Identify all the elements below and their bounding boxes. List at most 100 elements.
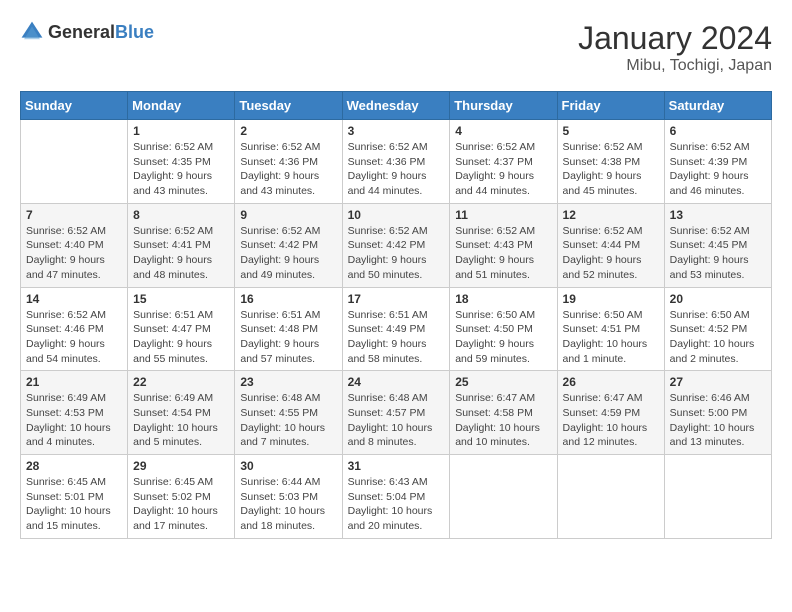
day-number: 30: [240, 459, 336, 473]
day-info: Sunrise: 6:52 AMSunset: 4:36 PMDaylight:…: [348, 140, 445, 199]
day-number: 2: [240, 124, 336, 138]
calendar-cell: 16 Sunrise: 6:51 AMSunset: 4:48 PMDayligh…: [235, 287, 342, 371]
day-number: 18: [455, 292, 551, 306]
day-info: Sunrise: 6:52 AMSunset: 4:46 PMDaylight:…: [26, 308, 122, 367]
day-info: Sunrise: 6:45 AMSunset: 5:02 PMDaylight:…: [133, 475, 229, 534]
day-info: Sunrise: 6:47 AMSunset: 4:59 PMDaylight:…: [563, 391, 659, 450]
calendar-cell: 13 Sunrise: 6:52 AMSunset: 4:45 PMDayligh…: [664, 203, 771, 287]
day-number: 14: [26, 292, 122, 306]
calendar-week-1: 7 Sunrise: 6:52 AMSunset: 4:40 PMDaylight…: [21, 203, 772, 287]
day-info: Sunrise: 6:47 AMSunset: 4:58 PMDaylight:…: [455, 391, 551, 450]
day-number: 19: [563, 292, 659, 306]
day-number: 28: [26, 459, 122, 473]
day-info: Sunrise: 6:52 AMSunset: 4:38 PMDaylight:…: [563, 140, 659, 199]
day-number: 3: [348, 124, 445, 138]
calendar-cell: 11Sunrise: 6:52 AMSunset: 4:43 PMDayligh…: [450, 203, 557, 287]
day-info: Sunrise: 6:52 AMSunset: 4:39 PMDaylight:…: [670, 140, 766, 199]
day-info: Sunrise: 6:51 AMSunset: 4:47 PMDaylight:…: [133, 308, 229, 367]
day-info: Sunrise: 6:52 AMSunset: 4:42 PMDaylight:…: [240, 224, 336, 283]
day-info: Sunrise: 6:51 AMSunset: 4:48 PMDaylight:…: [240, 308, 336, 367]
calendar-cell: [450, 455, 557, 539]
day-number: 13: [670, 208, 766, 222]
day-number: 11: [455, 208, 551, 222]
day-number: 12: [563, 208, 659, 222]
calendar-cell: 15 Sunrise: 6:51 AMSunset: 4:47 PMDayligh…: [128, 287, 235, 371]
day-info: Sunrise: 6:43 AMSunset: 5:04 PMDaylight:…: [348, 475, 445, 534]
calendar-title: January 2024: [578, 20, 772, 57]
day-info: Sunrise: 6:52 AMSunset: 4:45 PMDaylight:…: [670, 224, 766, 283]
day-info: Sunrise: 6:52 AMSunset: 4:36 PMDaylight:…: [240, 140, 336, 199]
calendar-cell: 3 Sunrise: 6:52 AMSunset: 4:36 PMDaylight…: [342, 120, 450, 204]
day-number: 6: [670, 124, 766, 138]
col-saturday: Saturday: [664, 92, 771, 120]
day-info: Sunrise: 6:51 AMSunset: 4:49 PMDaylight:…: [348, 308, 445, 367]
calendar-cell: 28 Sunrise: 6:45 AMSunset: 5:01 PMDayligh…: [21, 455, 128, 539]
col-sunday: Sunday: [21, 92, 128, 120]
calendar-cell: 7 Sunrise: 6:52 AMSunset: 4:40 PMDaylight…: [21, 203, 128, 287]
day-number: 24: [348, 375, 445, 389]
day-info: Sunrise: 6:52 AMSunset: 4:40 PMDaylight:…: [26, 224, 122, 283]
calendar-cell: 6 Sunrise: 6:52 AMSunset: 4:39 PMDaylight…: [664, 120, 771, 204]
calendar-cell: 26 Sunrise: 6:47 AMSunset: 4:59 PMDayligh…: [557, 371, 664, 455]
day-info: Sunrise: 6:49 AMSunset: 4:54 PMDaylight:…: [133, 391, 229, 450]
calendar-week-4: 28 Sunrise: 6:45 AMSunset: 5:01 PMDayligh…: [21, 455, 772, 539]
calendar-cell: 22Sunrise: 6:49 AMSunset: 4:54 PMDayligh…: [128, 371, 235, 455]
calendar-cell: 8 Sunrise: 6:52 AMSunset: 4:41 PMDaylight…: [128, 203, 235, 287]
calendar-cell: 30 Sunrise: 6:44 AMSunset: 5:03 PMDayligh…: [235, 455, 342, 539]
day-number: 26: [563, 375, 659, 389]
day-info: Sunrise: 6:50 AMSunset: 4:50 PMDaylight:…: [455, 308, 551, 367]
day-info: Sunrise: 6:52 AMSunset: 4:41 PMDaylight:…: [133, 224, 229, 283]
calendar-cell: 10 Sunrise: 6:52 AMSunset: 4:42 PMDayligh…: [342, 203, 450, 287]
calendar-cell: 12 Sunrise: 6:52 AMSunset: 4:44 PMDayligh…: [557, 203, 664, 287]
calendar-cell: 4 Sunrise: 6:52 AMSunset: 4:37 PMDaylight…: [450, 120, 557, 204]
day-info: Sunrise: 6:45 AMSunset: 5:01 PMDaylight:…: [26, 475, 122, 534]
calendar-cell: 31Sunrise: 6:43 AMSunset: 5:04 PMDayligh…: [342, 455, 450, 539]
day-info: Sunrise: 6:44 AMSunset: 5:03 PMDaylight:…: [240, 475, 336, 534]
calendar-week-2: 14 Sunrise: 6:52 AMSunset: 4:46 PMDayligh…: [21, 287, 772, 371]
col-wednesday: Wednesday: [342, 92, 450, 120]
day-info: Sunrise: 6:46 AMSunset: 5:00 PMDaylight:…: [670, 391, 766, 450]
calendar-cell: 19Sunrise: 6:50 AMSunset: 4:51 PMDayligh…: [557, 287, 664, 371]
calendar-cell: 5Sunrise: 6:52 AMSunset: 4:38 PMDaylight…: [557, 120, 664, 204]
day-info: Sunrise: 6:52 AMSunset: 4:35 PMDaylight:…: [133, 140, 229, 199]
day-number: 15: [133, 292, 229, 306]
day-number: 4: [455, 124, 551, 138]
title-block: January 2024 Mibu, Tochigi, Japan: [578, 20, 772, 75]
day-info: Sunrise: 6:49 AMSunset: 4:53 PMDaylight:…: [26, 391, 122, 450]
col-monday: Monday: [128, 92, 235, 120]
day-number: 21: [26, 375, 122, 389]
day-info: Sunrise: 6:48 AMSunset: 4:55 PMDaylight:…: [240, 391, 336, 450]
day-number: 23: [240, 375, 336, 389]
header-row: Sunday Monday Tuesday Wednesday Thursday…: [21, 92, 772, 120]
day-info: Sunrise: 6:48 AMSunset: 4:57 PMDaylight:…: [348, 391, 445, 450]
calendar-cell: 20 Sunrise: 6:50 AMSunset: 4:52 PMDayligh…: [664, 287, 771, 371]
day-number: 17: [348, 292, 445, 306]
calendar-subtitle: Mibu, Tochigi, Japan: [578, 57, 772, 75]
calendar-cell: [21, 120, 128, 204]
day-info: Sunrise: 6:52 AMSunset: 4:42 PMDaylight:…: [348, 224, 445, 283]
day-number: 25: [455, 375, 551, 389]
calendar-cell: 14 Sunrise: 6:52 AMSunset: 4:46 PMDayligh…: [21, 287, 128, 371]
calendar-cell: 24 Sunrise: 6:48 AMSunset: 4:57 PMDayligh…: [342, 371, 450, 455]
day-number: 20: [670, 292, 766, 306]
col-friday: Friday: [557, 92, 664, 120]
calendar-cell: 9 Sunrise: 6:52 AMSunset: 4:42 PMDaylight…: [235, 203, 342, 287]
calendar-cell: 17 Sunrise: 6:51 AMSunset: 4:49 PMDayligh…: [342, 287, 450, 371]
logo-general: General: [48, 22, 115, 42]
day-number: 10: [348, 208, 445, 222]
calendar-cell: 23 Sunrise: 6:48 AMSunset: 4:55 PMDayligh…: [235, 371, 342, 455]
calendar-cell: [557, 455, 664, 539]
day-number: 7: [26, 208, 122, 222]
day-info: Sunrise: 6:52 AMSunset: 4:44 PMDaylight:…: [563, 224, 659, 283]
day-number: 16: [240, 292, 336, 306]
calendar-header: Sunday Monday Tuesday Wednesday Thursday…: [21, 92, 772, 120]
calendar-cell: 18 Sunrise: 6:50 AMSunset: 4:50 PMDayligh…: [450, 287, 557, 371]
day-number: 27: [670, 375, 766, 389]
day-info: Sunrise: 6:50 AMSunset: 4:52 PMDaylight:…: [670, 308, 766, 367]
day-number: 8: [133, 208, 229, 222]
calendar-table: Sunday Monday Tuesday Wednesday Thursday…: [20, 91, 772, 539]
col-thursday: Thursday: [450, 92, 557, 120]
day-info: Sunrise: 6:52 AMSunset: 4:37 PMDaylight:…: [455, 140, 551, 199]
day-number: 9: [240, 208, 336, 222]
calendar-cell: 27 Sunrise: 6:46 AMSunset: 5:00 PMDayligh…: [664, 371, 771, 455]
